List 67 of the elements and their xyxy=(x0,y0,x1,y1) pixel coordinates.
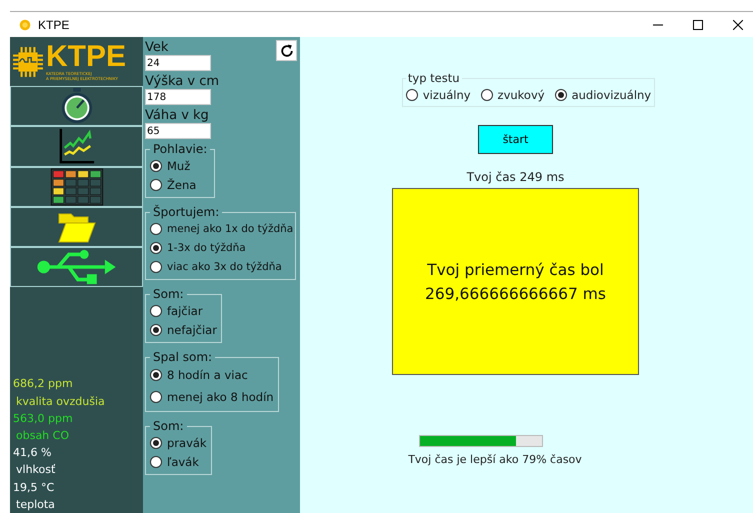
radio-button[interactable] xyxy=(554,88,567,100)
option-label: viac ako 3x do týždňa xyxy=(167,260,282,272)
field-label: Vek xyxy=(145,40,168,55)
option-label: 8 hodín a viac xyxy=(167,368,248,382)
option-label: vizuálny xyxy=(422,88,471,102)
nav-button[interactable] xyxy=(10,206,143,248)
radio-button[interactable] xyxy=(150,324,162,336)
radio-button[interactable] xyxy=(150,391,162,403)
option-label: nefajčiar xyxy=(167,322,217,336)
group-title: Športujem: xyxy=(152,205,220,219)
group-title: Pohlavie: xyxy=(152,142,208,156)
option-label: menej ako 1x do týždňa xyxy=(167,222,294,234)
comparison-text: Tvoj čas je lepší ako 79% časov xyxy=(408,453,582,466)
nav-button[interactable] xyxy=(10,126,143,167)
option-label: fajčiar xyxy=(167,304,203,318)
sensor-value: 563,0 ppm xyxy=(13,410,74,427)
start-button[interactable]: štart xyxy=(478,125,553,154)
nav-button[interactable] xyxy=(10,247,143,288)
radio-button[interactable] xyxy=(406,88,418,100)
refresh-button[interactable] xyxy=(276,40,297,61)
group-title: Spal som: xyxy=(152,350,214,364)
option-label: audiovizuálny xyxy=(572,88,652,102)
radio-button[interactable] xyxy=(150,369,162,381)
sensor-label: obsah CO xyxy=(15,428,70,444)
radio-button[interactable] xyxy=(150,160,162,172)
group-title: Som: xyxy=(152,419,185,433)
average-text: Tvoj priemerný čas bol xyxy=(427,260,604,280)
option-label: zvukový xyxy=(498,88,545,102)
sensor-value: 19,5 °C xyxy=(13,480,56,496)
sensor-value: 41,6 % xyxy=(13,445,52,462)
sensor-value: 686,2 ppm xyxy=(13,376,74,392)
option-label: menej ako 8 hodín xyxy=(167,390,274,404)
option-label: Muž xyxy=(167,158,190,172)
group-title: typ testu xyxy=(406,71,461,85)
radio-button[interactable] xyxy=(150,242,162,254)
option-label: pravák xyxy=(167,436,207,450)
last-time-text: Tvoj čas 249 ms xyxy=(466,170,564,184)
radio-button[interactable] xyxy=(480,88,493,100)
input-field[interactable]: 24 xyxy=(145,55,211,71)
radio-button[interactable] xyxy=(150,456,162,468)
maximize-icon[interactable] xyxy=(693,20,703,30)
usb-icon xyxy=(34,249,118,286)
input-field[interactable]: 178 xyxy=(145,89,211,105)
nav-button[interactable] xyxy=(10,166,143,207)
refresh-icon xyxy=(278,42,294,58)
radio-button[interactable] xyxy=(150,304,162,316)
radio-button[interactable] xyxy=(150,222,162,234)
input-field[interactable]: 65 xyxy=(145,123,211,139)
average-value: 269,666666666667 ms xyxy=(425,284,606,304)
sensor-label: teplota xyxy=(15,496,56,513)
radio-button[interactable] xyxy=(150,436,162,448)
table-icon xyxy=(48,168,104,206)
option-label: ľavák xyxy=(167,454,199,468)
group-title: Som: xyxy=(152,287,185,301)
radio-button[interactable] xyxy=(150,260,162,272)
nav-button[interactable] xyxy=(10,86,143,126)
close-icon[interactable] xyxy=(733,20,743,30)
radio-button[interactable] xyxy=(150,178,162,190)
field-label: Výška v cm xyxy=(145,74,220,89)
sensor-label: vlhkosť xyxy=(15,462,56,478)
window-title: KTPE xyxy=(38,18,70,32)
field-label: Váha v kg xyxy=(145,108,209,123)
line-chart-icon xyxy=(58,127,96,166)
option-label: Žena xyxy=(167,178,196,192)
option-label: 1-3x do týždňa xyxy=(167,242,246,254)
app-icon xyxy=(18,18,32,32)
sensor-label: kvalita ovzdušia xyxy=(15,394,106,410)
